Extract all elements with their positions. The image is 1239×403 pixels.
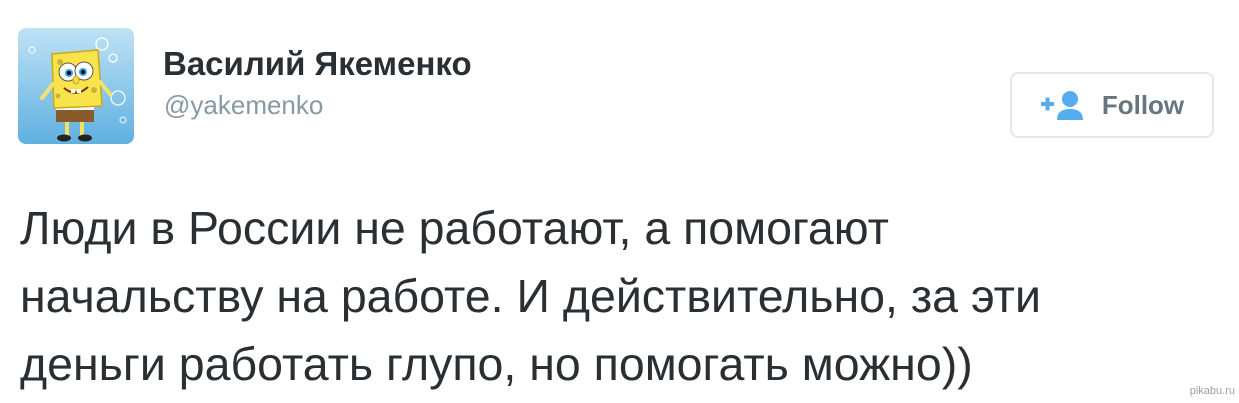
author-handle[interactable]: @yakemenko [164,89,323,121]
follow-button-label: Follow [1101,90,1185,120]
tweet-text-line: Люди в России не работают, а помогают [20,202,889,254]
avatar[interactable] [18,28,134,144]
tweet-text: Люди в России не работают, а помогают на… [20,194,1210,398]
watermark: pikabu.ru [1189,385,1235,397]
tweet-text-line: деньги работать глупо, но помогать можно… [20,338,973,390]
tweet-text-line: начальству на работе. И действительно, з… [20,270,1041,322]
add-user-icon [1040,89,1086,121]
spongebob-avatar-icon [18,28,134,144]
follow-button[interactable]: Follow [1010,72,1214,138]
author-display-name[interactable]: Василий Якеменко [163,44,472,84]
